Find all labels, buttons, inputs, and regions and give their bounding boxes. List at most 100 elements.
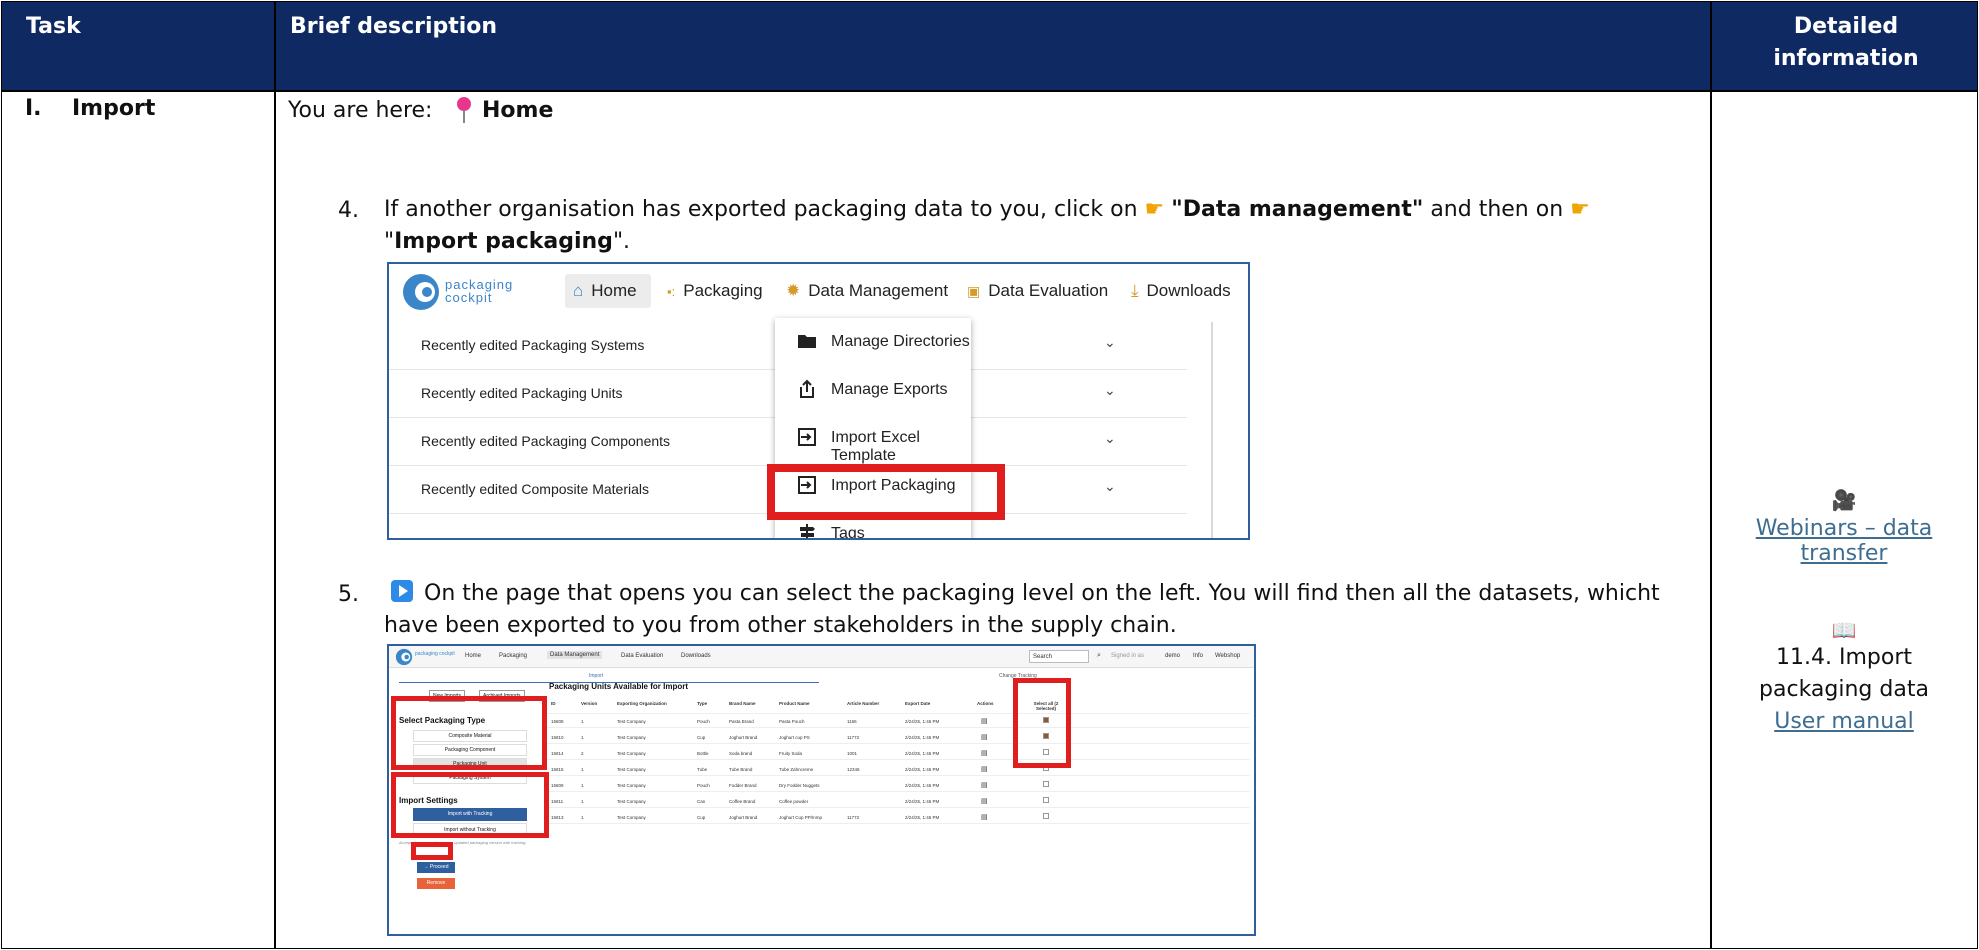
nav-home[interactable]: ⌂ Home (573, 264, 637, 318)
step-4-import-packaging: Import packaging (394, 229, 613, 254)
menu-item-label: Manage Directories (831, 333, 970, 350)
nav-data-evaluation[interactable]: ▣ Data Evaluation (967, 264, 1108, 318)
webshop-link[interactable]: Webshop (1215, 653, 1240, 659)
task-number: I. (25, 96, 42, 121)
menu-item-manage-directories[interactable]: Manage Directories (775, 318, 971, 366)
col-brand-name: Brand Name (729, 701, 756, 706)
location-home: Home (482, 98, 554, 123)
table-cell: Test Company (617, 719, 646, 724)
step-5-line-2: have been exported to you from other sta… (384, 613, 1177, 638)
table-cell: Fodder Brand (729, 783, 757, 788)
table-cell: 2/24/25, 1:46 PM (905, 783, 940, 788)
col-export-date: Export Date (905, 701, 931, 706)
import-icon (798, 428, 816, 446)
nav-downloads[interactable]: Downloads (681, 653, 711, 659)
table-cell: Soda brand (729, 751, 753, 756)
table-cell: Test Company (617, 767, 646, 772)
home-icon: ⌂ (573, 281, 584, 300)
table-row: 15809 1 Test Company Pouch Fodder Brand Dry F… (545, 778, 1250, 792)
row-checkbox[interactable] (1043, 797, 1049, 803)
logo-text: packaging cockpit (445, 278, 513, 304)
table-cell: Fruity Soda (779, 751, 803, 756)
logo-line-1: packaging (415, 651, 438, 657)
table-cell: 1 (581, 783, 584, 788)
video-camera-icon: 🎥 (1831, 488, 1857, 512)
step-5-number: 5. (338, 582, 359, 607)
list-item-label: Recently edited Packaging Components (421, 433, 671, 449)
actions-icon[interactable]: ▤ (981, 717, 988, 725)
column-divider-2 (1710, 2, 1712, 948)
folder-icon (798, 335, 816, 348)
table-cell: Joghurt cup PS (779, 735, 810, 740)
nav-home-label: Home (591, 281, 637, 300)
proceed-button[interactable]: → Proceed (417, 862, 455, 873)
pin-icon (457, 97, 471, 123)
app-navbar: packaging cockpit Home Packaging Data Ma… (389, 646, 1254, 668)
nav-data-management[interactable]: ✹ Data Management (786, 264, 948, 318)
highlight-proceed (411, 842, 453, 860)
table-cell: 1 (581, 799, 584, 804)
table-cell: 15808 (551, 719, 564, 724)
actions-icon[interactable]: ▤ (981, 733, 988, 741)
col-version: Version (581, 701, 598, 706)
table-cell: 1 (581, 767, 584, 772)
table-cell: 12346 (847, 767, 860, 772)
step-4-text-a: If another organisation has exported pac… (384, 197, 1138, 222)
table-cell: Test Company (617, 783, 646, 788)
search-icon[interactable]: ⌕ (1097, 652, 1101, 660)
table-row: 15815 1 Test Company Tube Tube Brand Tube Zah… (545, 762, 1250, 776)
menu-item-manage-exports[interactable]: Manage Exports (775, 366, 971, 414)
actions-icon[interactable]: ▤ (981, 749, 988, 757)
nav-home[interactable]: Home (465, 653, 481, 659)
row-checkbox[interactable] (1043, 813, 1049, 819)
table-cell: 1156 (847, 719, 857, 724)
actions-icon[interactable]: ▤ (981, 813, 988, 821)
step-4-text-c: and then on (1430, 197, 1564, 222)
screenshot-import-page: packaging cockpit Home Packaging Data Ma… (387, 644, 1256, 936)
task-name: Import (72, 96, 156, 121)
table-cell: 11772 (847, 815, 860, 820)
nav-data-management[interactable]: Data Management (547, 651, 603, 659)
packaging-icon: ▪: (667, 283, 676, 299)
screenshot-data-management-menu: packaging cockpit ⌂ Home ▪: Packaging ✹ Dat… (387, 262, 1250, 540)
app-navbar: packaging cockpit ⌂ Home ▪: Packaging ✹ Dat… (389, 264, 1248, 318)
gear-icon: ✹ (786, 281, 801, 300)
menu-item-import-excel-template[interactable]: Import Excel Template (775, 414, 971, 464)
row-checkbox[interactable] (1043, 781, 1049, 787)
col-type: Type (697, 701, 708, 706)
table-cell: Cup (697, 735, 706, 740)
step-4-line-2: "Import packaging". (384, 226, 630, 258)
webinar-link[interactable]: Webinars – data transfer (1712, 516, 1976, 566)
nav-packaging[interactable]: Packaging (499, 653, 527, 659)
chevron-down-icon: ⌄ (1104, 478, 1116, 494)
table-cell: 1 (581, 735, 584, 740)
table-cell: 2/24/25, 1:46 PM (905, 815, 940, 820)
col-exporting-organization: Exporting Organization (617, 701, 667, 706)
search-input[interactable]: Search (1029, 650, 1089, 663)
info-link[interactable]: Info (1193, 653, 1203, 659)
actions-icon[interactable]: ▤ (981, 797, 988, 805)
actions-icon[interactable]: ▤ (981, 781, 988, 789)
user-menu[interactable]: demo (1165, 653, 1180, 659)
user-manual-link[interactable]: User manual (1712, 706, 1976, 738)
tab-import[interactable]: Import (589, 673, 603, 679)
step-4-line-1: If another organisation has exported pac… (384, 194, 1590, 226)
actions-icon[interactable]: ▤ (981, 765, 988, 773)
table-cell: 2/24/25, 1:46 PM (905, 799, 940, 804)
chart-icon: ▣ (967, 282, 981, 299)
nav-downloads[interactable]: ⤓ Downloads (1131, 264, 1231, 318)
table-cell: 2/24/25, 1:46 PM (905, 767, 940, 772)
remove-button[interactable]: Remove (417, 878, 455, 889)
table-cell: Pouch (697, 719, 710, 724)
nav-packaging-label: Packaging (683, 281, 763, 300)
table-cell: 1 (581, 815, 584, 820)
side-panel-divider (1211, 322, 1213, 538)
highlight-import-packaging (767, 464, 1005, 520)
nav-packaging[interactable]: ▪: Packaging (667, 264, 763, 318)
nav-data-evaluation[interactable]: Data Evaluation (621, 653, 663, 659)
you-are-here-label: You are here: (288, 98, 433, 123)
table-cell: Tube Zahncreme (779, 767, 814, 772)
manual-title-2: packaging data (1759, 677, 1929, 702)
import-tabs: Import Change Tracking (389, 670, 1254, 684)
table-row: 15814 2 Test Company Bottle Soda brand Fruity… (545, 746, 1250, 760)
